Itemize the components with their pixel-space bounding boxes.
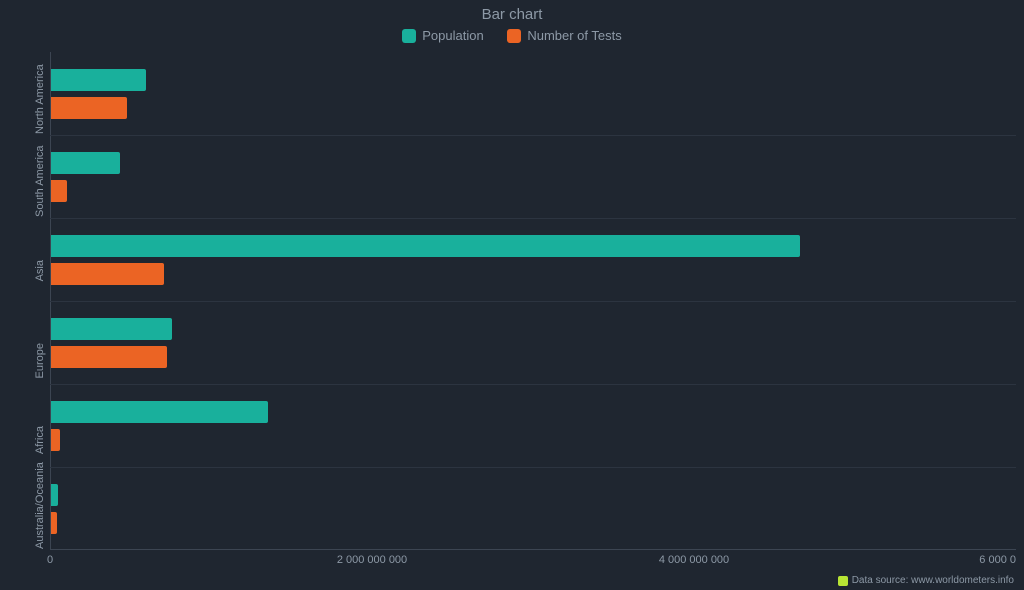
- bar-population[interactable]: [51, 484, 58, 506]
- legend-item-population[interactable]: Population: [402, 28, 483, 43]
- grid-line: [50, 135, 1016, 136]
- bar-tests[interactable]: [51, 263, 164, 285]
- y-tick-label: Africa: [34, 426, 46, 466]
- y-tick-label: Asia: [34, 260, 46, 300]
- bar-tests[interactable]: [51, 346, 167, 368]
- x-axis-labels: 0 2 000 000 000 4 000 000 000 6 000 0: [50, 552, 1016, 572]
- bar-population[interactable]: [51, 235, 800, 257]
- x-tick-label: 6 000 0: [979, 554, 1016, 566]
- category-row: [50, 218, 1016, 301]
- bar-population[interactable]: [51, 152, 120, 174]
- grid-line: [50, 467, 1016, 468]
- chart-legend: Population Number of Tests: [0, 28, 1024, 46]
- legend-swatch-population: [402, 29, 416, 43]
- y-tick-label: Australia/Oceania: [34, 509, 46, 549]
- legend-swatch-tests: [507, 29, 521, 43]
- y-tick-label: Europe: [34, 343, 46, 383]
- y-axis-labels: North America South America Asia Europe Afri…: [0, 52, 48, 550]
- category-row: [50, 52, 1016, 135]
- x-tick-label: 4 000 000 000: [659, 554, 729, 566]
- credit-text: Data source: www.worldometers.info: [852, 575, 1014, 586]
- category-row: [50, 301, 1016, 384]
- category-row: [50, 384, 1016, 467]
- plot-area: [50, 52, 1016, 550]
- bar-tests[interactable]: [51, 512, 57, 534]
- chart-credit: Data source: www.worldometers.info: [838, 575, 1014, 586]
- grid-line: [50, 218, 1016, 219]
- category-row: [50, 467, 1016, 550]
- x-tick-label: 2 000 000 000: [337, 554, 407, 566]
- bar-population[interactable]: [51, 318, 172, 340]
- legend-label-tests: Number of Tests: [527, 28, 621, 43]
- bar-population[interactable]: [51, 69, 146, 91]
- y-tick-label: North America: [34, 94, 46, 134]
- grid-line: [50, 384, 1016, 385]
- bar-population[interactable]: [51, 401, 268, 423]
- grid-line: [50, 301, 1016, 302]
- bar-tests[interactable]: [51, 429, 60, 451]
- credit-icon: [838, 576, 848, 586]
- x-tick-label: 0: [47, 554, 53, 566]
- chart-container: Bar chart Population Number of Tests Nor…: [0, 0, 1024, 590]
- bar-tests[interactable]: [51, 97, 127, 119]
- chart-title: Bar chart: [0, 6, 1024, 23]
- y-tick-label: South America: [34, 177, 46, 217]
- legend-label-population: Population: [422, 28, 483, 43]
- legend-item-tests[interactable]: Number of Tests: [507, 28, 621, 43]
- bar-tests[interactable]: [51, 180, 67, 202]
- category-row: [50, 135, 1016, 218]
